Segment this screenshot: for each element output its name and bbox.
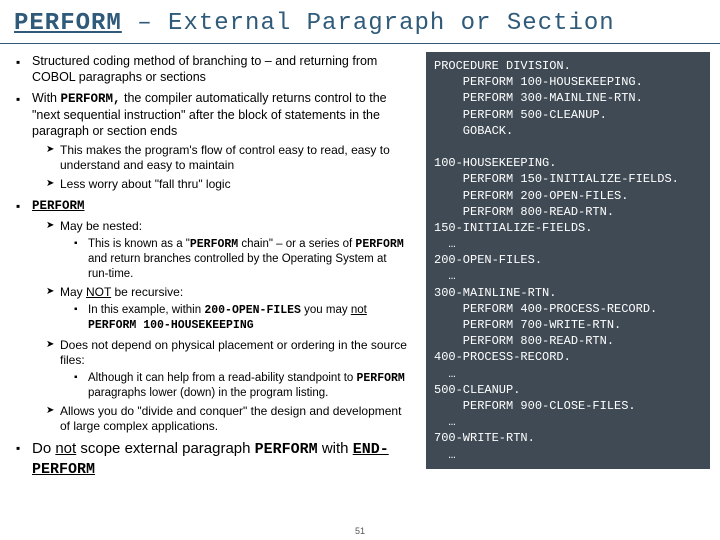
b3s1a-pre: This is known as a " xyxy=(88,238,190,250)
bullet-3-sub1: May be nested: This is known as a "PERFO… xyxy=(46,219,410,281)
b3-kw: PERFORM xyxy=(32,199,85,213)
b3s2a-code: 200-OPEN-FILES xyxy=(204,304,301,317)
b3s2-post: be recursive: xyxy=(111,285,183,299)
b4-mid2: with xyxy=(318,440,353,457)
bullet-3-sub4: Allows you do "divide and conquer" the d… xyxy=(46,404,410,434)
b2-pre: With xyxy=(32,91,60,105)
b3s1a-kw2: PERFORM xyxy=(355,238,403,251)
slide: PERFORM – External Paragraph or Section … xyxy=(0,0,720,540)
slide-title: PERFORM – External Paragraph or Section xyxy=(0,0,720,44)
b4-not: not xyxy=(55,440,76,457)
bullet-3-sub3: Does not depend on physical placement or… xyxy=(46,338,410,401)
b3s1-text: May be nested: xyxy=(60,219,142,233)
bullet-list: Structured coding method of branching to… xyxy=(16,54,410,480)
b3s2a-not: not xyxy=(351,304,367,316)
b3s2a-mid: you may xyxy=(301,304,351,316)
b4-pre: Do xyxy=(32,440,55,457)
b3s1a-kw1: PERFORM xyxy=(190,238,238,251)
b2-kw: PERFORM, xyxy=(60,92,120,106)
bullet-4: Do not scope external paragraph PERFORM … xyxy=(16,440,410,480)
b3s1a-post: and return branches controlled by the Op… xyxy=(88,253,387,279)
b3s2-not: NOT xyxy=(86,285,111,299)
title-keyword: PERFORM xyxy=(14,10,122,37)
bullet-3-sub3-a: Although it can help from a read-ability… xyxy=(74,371,410,401)
code-box: PROCEDURE DIVISION. PERFORM 100-HOUSEKEE… xyxy=(426,52,710,469)
bullet-2: With PERFORM, the compiler automatically… xyxy=(16,91,410,192)
b2s2-text: Less worry about "fall thru" logic xyxy=(60,177,231,191)
b3s2-pre: May xyxy=(60,285,86,299)
b3s3a-kw: PERFORM xyxy=(357,372,405,385)
b3s2a-code2: PERFORM 100-HOUSEKEEPING xyxy=(88,319,254,332)
bullet-3-sub2-a: In this example, within 200-OPEN-FILES y… xyxy=(74,303,410,334)
right-column: PROCEDURE DIVISION. PERFORM 100-HOUSEKEE… xyxy=(420,44,720,486)
b3s3a-post: paragraphs lower (down) in the program l… xyxy=(88,387,328,399)
b4-mid: scope external paragraph xyxy=(76,440,254,457)
left-column: Structured coding method of branching to… xyxy=(0,44,420,486)
bullet-3-sub2: May NOT be recursive: In this example, w… xyxy=(46,285,410,334)
page-number: 51 xyxy=(355,526,365,536)
b4-kw1: PERFORM xyxy=(255,441,318,458)
bullet-2-sub1: This makes the program's flow of control… xyxy=(46,143,410,173)
title-rest: – External Paragraph or Section xyxy=(122,10,615,37)
bullet-3: PERFORM May be nested: This is known as … xyxy=(16,198,410,434)
b3s1a-mid: chain" – or a series of xyxy=(238,238,355,250)
b2s1-text: This makes the program's flow of control… xyxy=(60,143,390,172)
bullet-1: Structured coding method of branching to… xyxy=(16,54,410,85)
b3s3-text: Does not depend on physical placement or… xyxy=(60,338,407,367)
bullet-3-sub1-a: This is known as a "PERFORM chain" – or … xyxy=(74,237,410,281)
b3s3a-pre: Although it can help from a read-ability… xyxy=(88,372,357,384)
b3s2a-pre: In this example, within xyxy=(88,304,204,316)
bullet-1-text: Structured coding method of branching to… xyxy=(32,54,377,84)
slide-body: Structured coding method of branching to… xyxy=(0,44,720,486)
bullet-2-sub2: Less worry about "fall thru" logic xyxy=(46,177,410,192)
b3s4-text: Allows you do "divide and conquer" the d… xyxy=(60,404,401,433)
